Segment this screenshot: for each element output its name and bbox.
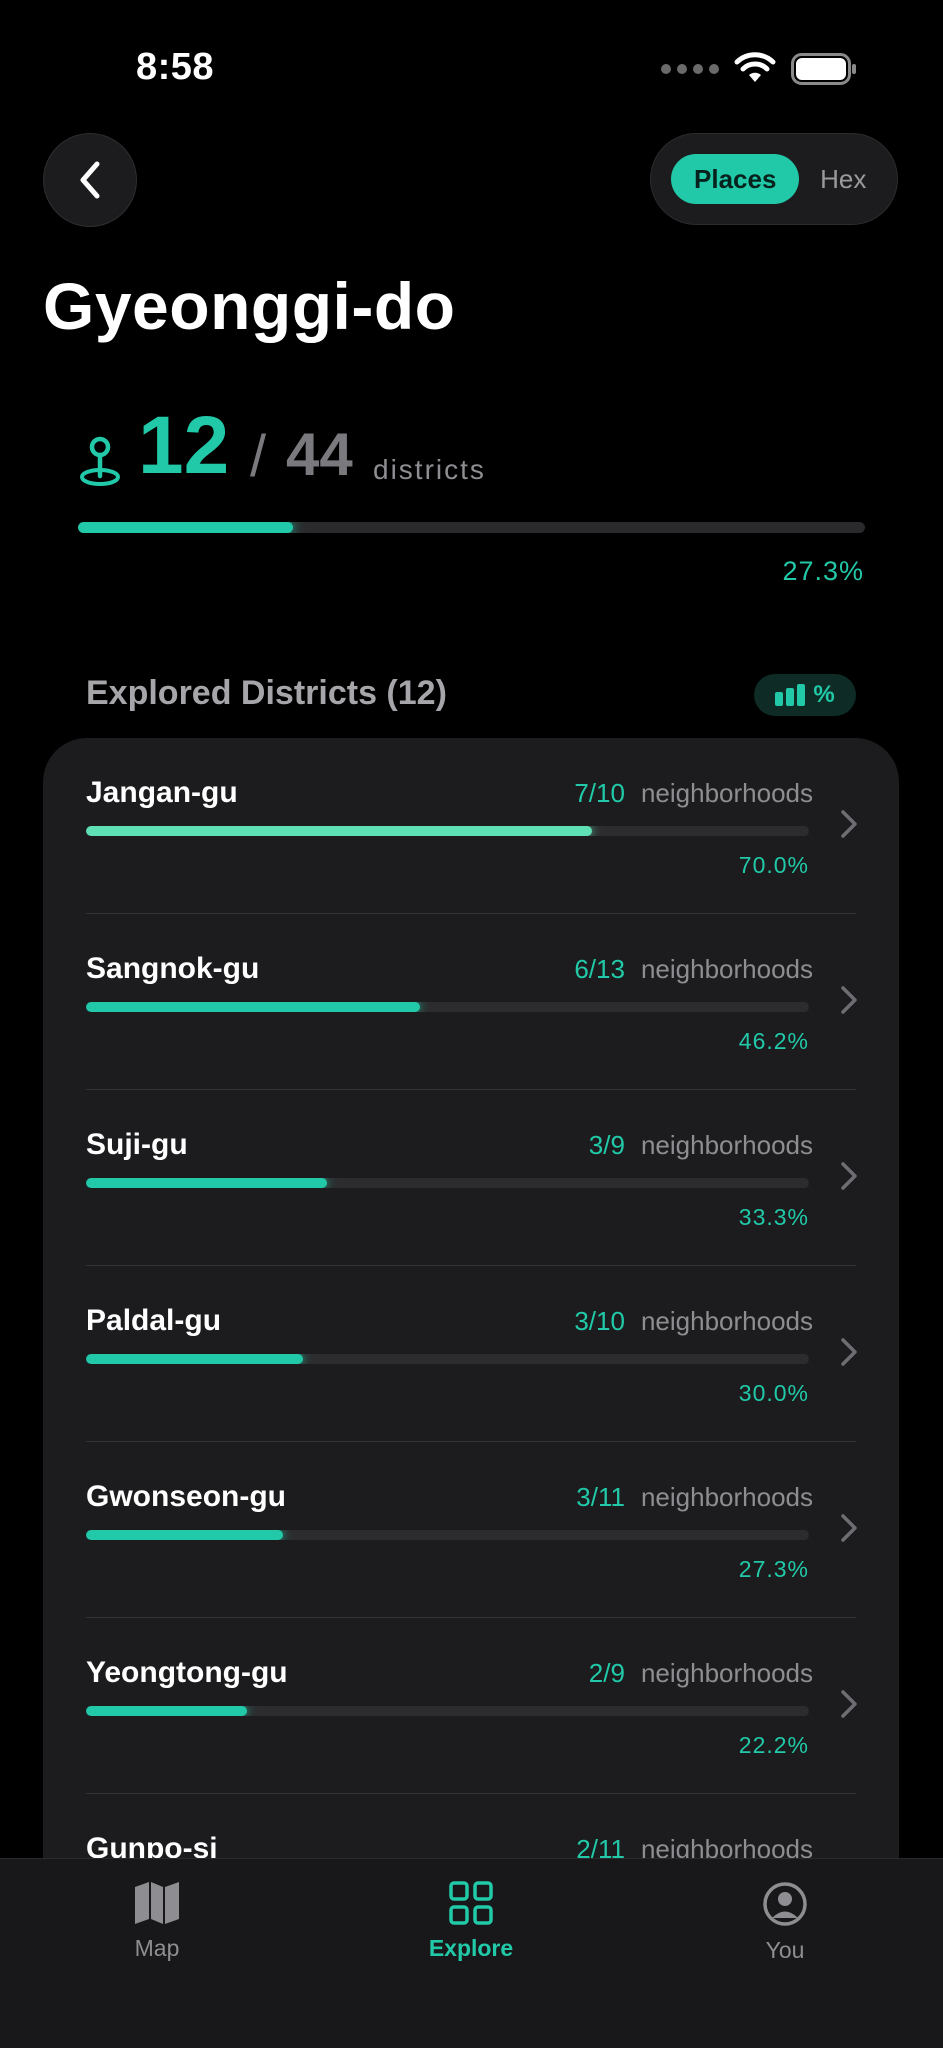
district-count-group: 2/9 neighborhoods (589, 1658, 813, 1689)
summary-progress-fill (78, 522, 293, 533)
district-progress-fill (86, 1706, 247, 1716)
percent-view-toggle[interactable]: % (754, 674, 856, 716)
district-count-group: 3/9 neighborhoods (589, 1130, 813, 1161)
district-progress-fill (86, 1354, 303, 1364)
district-unit: neighborhoods (640, 1130, 813, 1160)
district-count-group: 3/10 neighborhoods (574, 1306, 813, 1337)
location-pin-icon (80, 436, 120, 486)
chevron-right-icon (841, 1162, 857, 1190)
tab-you-label: You (765, 1937, 805, 1963)
district-unit: neighborhoods (640, 954, 813, 984)
cellular-signal-icon (661, 64, 719, 74)
district-count: 3/11 (576, 1482, 625, 1512)
district-chevron (839, 1160, 859, 1197)
district-progress-fill (86, 1002, 421, 1012)
chevron-right-icon (841, 1690, 857, 1718)
tab-you[interactable]: You (705, 1881, 865, 1964)
screen: 8:58 Places Hex Gyeonggi-do 12 / 44 dist… (0, 0, 943, 2048)
status-icons (661, 52, 857, 86)
view-mode-segmented-control: Places Hex (650, 133, 898, 225)
district-progress-bar (86, 1706, 809, 1716)
page-title: Gyeonggi-do (43, 269, 456, 343)
district-count: 3/10 (574, 1306, 625, 1336)
total-count: 44 (286, 421, 353, 488)
district-row[interactable]: Jangan-gu 7/10 neighborhoods 70.0% (43, 738, 899, 914)
chevron-left-icon (80, 161, 100, 199)
wifi-icon (734, 52, 776, 82)
tab-map-label: Map (134, 1935, 180, 1961)
district-count: 6/13 (574, 954, 625, 984)
district-progress-fill (86, 1178, 327, 1188)
district-count: 7/10 (574, 778, 625, 808)
district-row[interactable]: Sangnok-gu 6/13 neighborhoods 46.2% (43, 914, 899, 1090)
chevron-right-icon (841, 986, 857, 1014)
bar-chart-icon (775, 684, 806, 706)
tab-map[interactable]: Map (77, 1881, 237, 1962)
battery-icon (791, 53, 856, 85)
tab-explore-label: Explore (428, 1935, 514, 1961)
district-row[interactable]: Yeongtong-gu 2/9 neighborhoods 22.2% (43, 1618, 899, 1794)
district-unit: neighborhoods (640, 1482, 813, 1512)
segment-hex[interactable]: Hex (799, 154, 887, 204)
summary-percent: 27.3% (782, 556, 864, 586)
status-time: 8:58 (136, 46, 215, 88)
summary-progress-bar (78, 522, 865, 533)
person-circle-icon (763, 1882, 807, 1926)
chevron-right-icon (841, 1514, 857, 1542)
district-chevron (839, 1336, 859, 1373)
district-list: Jangan-gu 7/10 neighborhoods 70.0% Sangnok-g… (43, 738, 899, 2048)
district-progress-bar (86, 1530, 809, 1540)
count-separator: / (250, 424, 267, 489)
district-percent: 70.0% (738, 852, 809, 878)
status-bar: 8:58 (0, 0, 943, 130)
district-unit: neighborhoods (640, 1658, 813, 1688)
district-name: Suji-gu (86, 1128, 188, 1161)
map-icon (135, 1882, 179, 1924)
district-count-group: 6/13 neighborhoods (574, 954, 813, 985)
district-percent: 33.3% (738, 1204, 809, 1230)
district-name: Sangnok-gu (86, 952, 260, 985)
district-progress-bar (86, 826, 809, 836)
toggle-label: % (813, 681, 835, 708)
district-name: Paldal-gu (86, 1304, 222, 1337)
district-progress-bar (86, 1354, 809, 1364)
district-row[interactable]: Paldal-gu 3/10 neighborhoods 30.0% (43, 1266, 899, 1442)
district-percent: 27.3% (738, 1556, 809, 1582)
district-chevron (839, 1512, 859, 1549)
district-count-group: 7/10 neighborhoods (574, 778, 813, 809)
district-progress-bar (86, 1002, 809, 1012)
section-title: Explored Districts (12) (86, 674, 447, 712)
district-percent: 46.2% (738, 1028, 809, 1054)
district-row[interactable]: Gwonseon-gu 3/11 neighborhoods 27.3% (43, 1442, 899, 1618)
district-percent: 30.0% (738, 1380, 809, 1406)
district-name: Yeongtong-gu (86, 1656, 288, 1689)
chevron-right-icon (841, 1338, 857, 1366)
district-percent: 22.2% (738, 1732, 809, 1758)
count-unit: districts (373, 454, 486, 485)
district-name: Jangan-gu (86, 776, 238, 809)
back-button[interactable] (43, 133, 137, 227)
tab-explore[interactable]: Explore (391, 1881, 551, 1962)
district-unit: neighborhoods (640, 1306, 813, 1336)
chevron-right-icon (841, 810, 857, 838)
district-unit: neighborhoods (640, 778, 813, 808)
district-name: Gwonseon-gu (86, 1480, 286, 1513)
district-progress-fill (86, 826, 593, 836)
district-row[interactable]: Suji-gu 3/9 neighborhoods 33.3% (43, 1090, 899, 1266)
grid-icon (449, 1881, 493, 1925)
district-count-group: 3/11 neighborhoods (576, 1482, 813, 1513)
district-chevron (839, 808, 859, 845)
district-progress-bar (86, 1178, 809, 1188)
tab-bar: Map Explore You (0, 1858, 943, 2048)
district-progress-fill (86, 1530, 284, 1540)
district-count: 2/9 (588, 1658, 625, 1688)
district-count: 3/9 (588, 1130, 625, 1160)
district-chevron (839, 1688, 859, 1725)
district-chevron (839, 984, 859, 1021)
explored-count: 12 (138, 400, 230, 491)
segment-places[interactable]: Places (671, 154, 800, 204)
